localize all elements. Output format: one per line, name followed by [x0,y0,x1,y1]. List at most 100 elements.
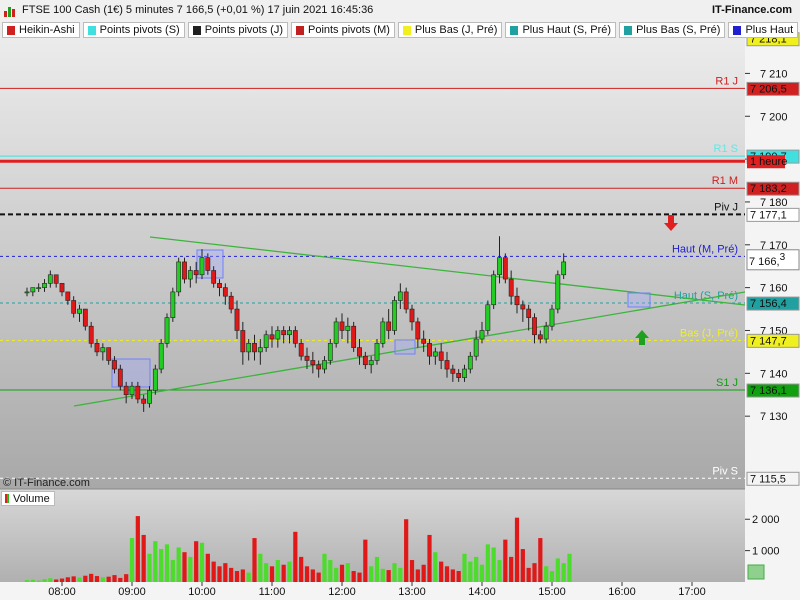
candle-body [117,368,123,387]
volume-bar [374,556,380,582]
candle-body [59,283,65,293]
volume-bar [526,567,531,582]
candle-body [47,274,53,284]
candle-body [217,283,222,288]
timeframe-badge-text: 1 heure [750,156,787,168]
candle-body [246,343,252,353]
time-tick-label: 17:00 [678,586,706,598]
candle-body [561,261,567,276]
volume-bar [299,556,304,582]
bar-chart-icon[interactable] [4,5,16,17]
candle-body [537,334,543,340]
volume-bar [211,561,216,582]
candle-body [100,347,106,353]
candle-body [292,330,298,344]
volume-bar [468,561,473,582]
volume-bar [287,561,292,582]
volume-bar [456,571,461,582]
candle-body [30,287,36,293]
candle-body [141,398,147,404]
level-tag-text: 7 156,4 [750,298,787,310]
volume-bar [479,564,485,582]
volume-bar [363,539,368,582]
chart-svg[interactable]: R1 JR1 SR1 MPiv JHaut (M, Pré)Haut (S, P… [0,0,800,600]
volume-bar [269,566,275,582]
candle-body [304,355,310,361]
candle-body [322,360,327,370]
candle-body [462,368,467,378]
level-name: R1 S [714,143,738,155]
candle-body [327,343,333,361]
volume-bar [135,516,140,582]
volume-legend[interactable]: Volume [1,491,55,506]
time-tick-label: 08:00 [48,586,76,598]
volume-bar [491,547,496,582]
candle-body [421,338,427,344]
candle-body [438,351,444,361]
candle-body [549,308,555,327]
volume-bar [42,579,47,582]
volume-bar [334,567,339,582]
volume-bar [310,569,315,582]
price-tick-label: 7 200 [760,111,788,123]
candle-body [269,334,275,340]
volume-bar [246,572,251,582]
volume-bar [159,549,164,582]
legend-item[interactable]: Plus Bas (S, Pré) [619,22,726,38]
volume-bar [345,563,350,582]
candle-body [456,373,462,378]
volume-bar [223,563,228,582]
volume-bar [357,572,362,582]
volume-bar [252,538,257,582]
candle-body [123,385,129,396]
time-tick-label: 16:00 [608,586,636,598]
pattern-box [627,292,651,308]
level-tag-text: 7 183,2 [750,183,787,195]
candle-body [316,364,322,370]
volume-bar [409,560,415,582]
candle-body [514,295,520,306]
level-tag-text: 7 136,1 [750,385,787,397]
candle-body [497,257,502,276]
candle-body [427,343,432,357]
candle-body [199,257,205,276]
volume-bar [129,538,135,582]
legend-item[interactable]: Plus Haut (S, Pré) [505,22,617,38]
volume-bar [567,553,572,582]
legend-swatch [295,25,304,35]
candle-body [467,355,473,370]
candle-body [432,351,438,357]
legend-item[interactable]: Points pivots (M) [290,22,395,38]
legend-label: Plus Haut (S, Pré) [522,24,612,36]
candle-body [228,295,234,310]
legend-item[interactable]: Points pivots (J) [187,22,288,38]
volume-bar [561,563,566,582]
volume-bar [229,567,234,582]
scroll-button[interactable] [747,564,765,580]
volume-bar [474,556,479,582]
candle-body [36,287,42,289]
legend-item[interactable]: Plus Haut [728,22,799,38]
brand-logo: IT-Finance.com [712,4,793,16]
volume-bar [217,566,222,582]
candle-body [205,257,211,271]
candle-body [53,274,59,284]
candle-body [164,317,170,344]
legend-item[interactable]: Points pivots (S) [82,22,185,38]
pattern-box [394,339,416,355]
volume-bar [234,571,240,582]
volume-bar [532,563,537,582]
volume-bar [316,572,321,582]
candle-body [77,308,82,314]
chart-header: FTSE 100 Cash (1€) 5 minutes 7 166,5 (+0… [0,0,800,22]
volume-bar [30,579,35,582]
candle-body [543,325,549,340]
legend-item[interactable]: Plus Bas (J, Pré) [397,22,503,38]
legend-label: Points pivots (J) [204,24,283,36]
volume-bar [170,560,175,582]
candle-body [310,360,316,366]
legend-item[interactable]: Heikin-Ashi [2,22,80,38]
legend-swatch [510,25,519,35]
level-name: S1 J [716,377,738,389]
volume-bar [369,566,374,582]
